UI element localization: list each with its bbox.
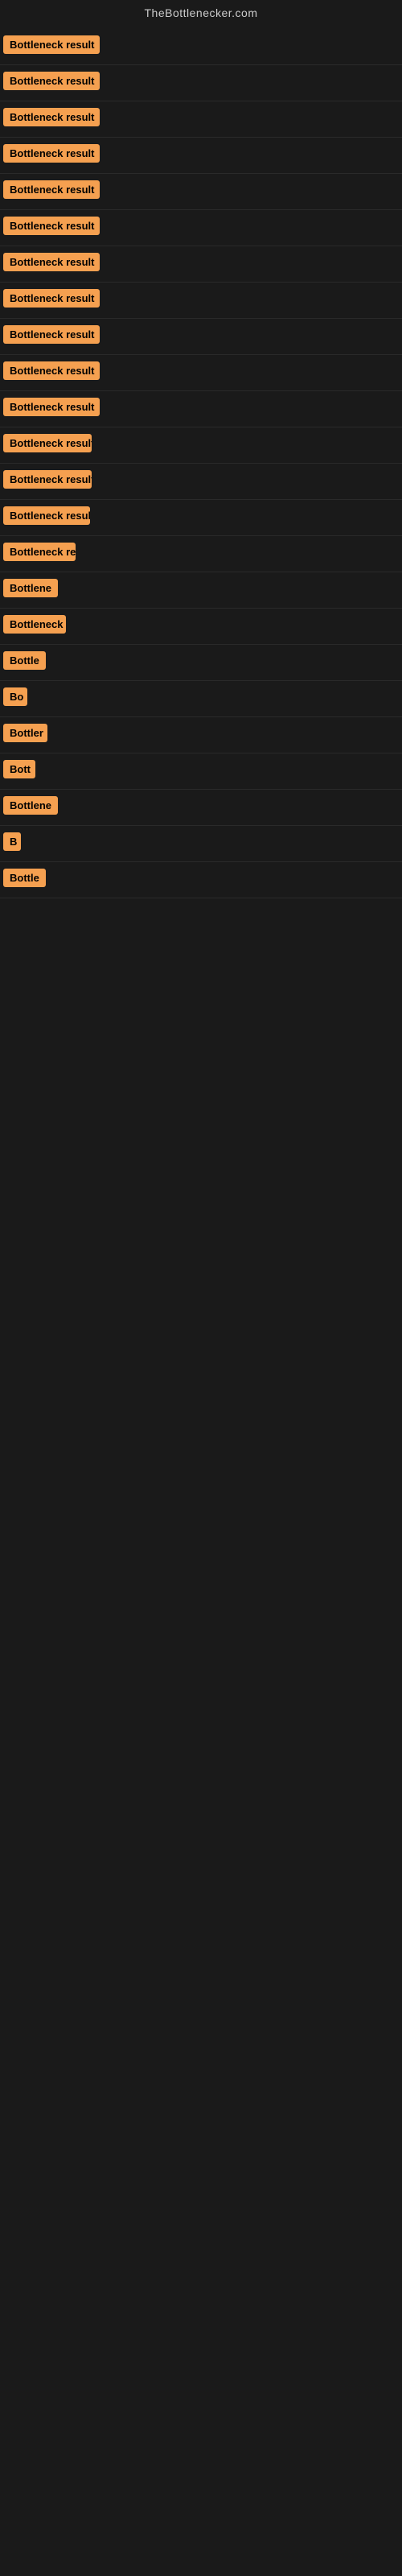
result-row: Bottleneck result: [0, 65, 402, 101]
bottleneck-badge[interactable]: Bottleneck: [3, 615, 66, 634]
bottleneck-badge[interactable]: Bottleneck result: [3, 325, 100, 344]
result-row: Bottleneck result: [0, 391, 402, 427]
result-row: Bottleneck result: [0, 283, 402, 319]
result-row: Bottleneck result: [0, 355, 402, 391]
bottleneck-badge[interactable]: Bottleneck result: [3, 253, 100, 271]
bottleneck-badge[interactable]: Bottle: [3, 651, 46, 670]
result-row: Bottleneck result: [0, 101, 402, 138]
bottleneck-badge[interactable]: Bottleneck result: [3, 434, 92, 452]
result-row: Bottleneck: [0, 609, 402, 645]
result-row: Bo: [0, 681, 402, 717]
bottleneck-badge[interactable]: Bottleneck result: [3, 35, 100, 54]
bottleneck-badge[interactable]: B: [3, 832, 21, 851]
result-row: Bottle: [0, 862, 402, 898]
result-row: Bottlene: [0, 572, 402, 609]
result-row: Bottleneck result: [0, 174, 402, 210]
bottleneck-badge[interactable]: Bo: [3, 687, 27, 706]
bottleneck-badge[interactable]: Bottlene: [3, 579, 58, 597]
bottleneck-badge[interactable]: Bottleneck result: [3, 108, 100, 126]
bottleneck-badge[interactable]: Bott: [3, 760, 35, 778]
result-row: Bott: [0, 753, 402, 790]
result-row: Bottleneck result: [0, 464, 402, 500]
result-row: Bottleneck re: [0, 536, 402, 572]
bottleneck-badge[interactable]: Bottleneck result: [3, 398, 100, 416]
site-title: TheBottlenecker.com: [0, 0, 402, 29]
bottleneck-badge[interactable]: Bottle: [3, 869, 46, 887]
bottleneck-badge[interactable]: Bottleneck result: [3, 144, 100, 163]
bottleneck-badge[interactable]: Bottleneck result: [3, 217, 100, 235]
bottleneck-badge[interactable]: Bottleneck result: [3, 72, 100, 90]
result-row: Bottleneck result: [0, 427, 402, 464]
result-row: B: [0, 826, 402, 862]
badges-container: Bottleneck result Bottleneck result Bottle…: [0, 29, 402, 898]
bottleneck-badge[interactable]: Bottler: [3, 724, 47, 742]
result-row: Bottleneck result: [0, 29, 402, 65]
result-row: Bottleneck result: [0, 246, 402, 283]
result-row: Bottleneck result: [0, 138, 402, 174]
result-row: Bottlene: [0, 790, 402, 826]
result-row: Bottler: [0, 717, 402, 753]
bottleneck-badge[interactable]: Bottleneck result: [3, 470, 92, 489]
bottleneck-badge[interactable]: Bottleneck re: [3, 543, 76, 561]
result-row: Bottleneck result: [0, 210, 402, 246]
bottleneck-badge[interactable]: Bottleneck result: [3, 506, 90, 525]
bottleneck-badge[interactable]: Bottlene: [3, 796, 58, 815]
result-row: Bottleneck result: [0, 500, 402, 536]
result-row: Bottleneck result: [0, 319, 402, 355]
bottleneck-badge[interactable]: Bottleneck result: [3, 361, 100, 380]
bottleneck-badge[interactable]: Bottleneck result: [3, 180, 100, 199]
bottleneck-badge[interactable]: Bottleneck result: [3, 289, 100, 308]
result-row: Bottle: [0, 645, 402, 681]
